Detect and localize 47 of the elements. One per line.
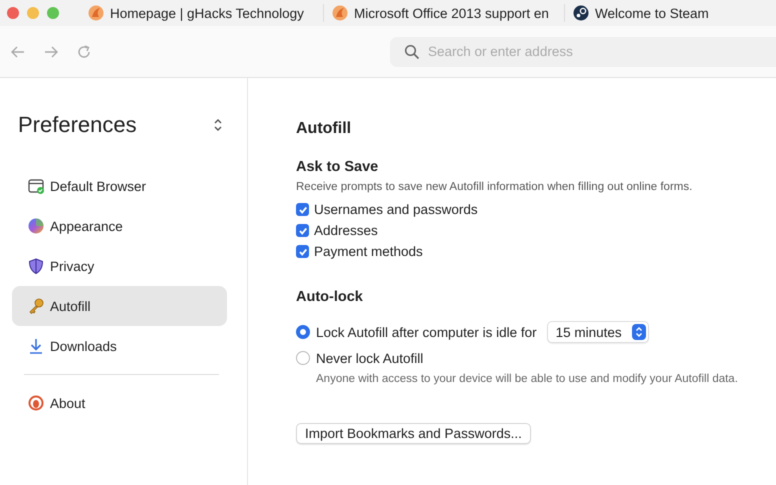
color-wheel-icon <box>28 218 44 234</box>
key-icon <box>28 298 44 314</box>
search-icon <box>404 44 420 60</box>
tab-title: Welcome to Steam <box>595 6 709 20</box>
radio-label: Never lock Autofill <box>316 350 424 366</box>
shield-icon <box>28 258 44 274</box>
checkbox[interactable] <box>296 245 309 258</box>
radio-label: Lock Autofill after computer is idle for <box>316 324 537 340</box>
up-down-chevron-icon <box>632 324 646 340</box>
tab-title: Microsoft Office 2013 support en <box>354 6 549 20</box>
download-icon <box>28 338 44 354</box>
checkbox[interactable] <box>296 224 309 237</box>
address-bar[interactable]: Search or enter address <box>390 36 776 66</box>
browser-window-icon <box>28 178 44 194</box>
sidebar-item[interactable]: Default Browser <box>12 166 227 206</box>
checkbox-label: Usernames and passwords <box>314 202 478 217</box>
window-control-button[interactable] <box>47 7 59 19</box>
sidebar-item[interactable]: Downloads <box>12 326 227 366</box>
duration-dropdown[interactable]: 15 minutes <box>546 321 649 343</box>
checkbox-label: Payment methods <box>314 244 423 259</box>
sidebar-item[interactable]: About <box>12 383 227 423</box>
note-text: Anyone with access to your device will be able to use and modify your Autofill data. <box>315 373 739 385</box>
section-heading: Auto-lock <box>296 289 364 305</box>
checkbox[interactable] <box>296 203 309 216</box>
description-text: Receive prompts to save new Autofill information when filling out online forms. <box>296 181 694 193</box>
section-heading: Ask to Save <box>296 159 380 175</box>
radio-button[interactable] <box>296 325 310 339</box>
back-arrow-icon[interactable] <box>10 44 26 60</box>
sidebar-item[interactable]: Appearance <box>12 206 227 246</box>
steam-icon <box>573 5 589 21</box>
tab-title: Homepage | gHacks Technology <box>110 6 304 20</box>
checkbox-label: Addresses <box>314 223 378 238</box>
window-control-button[interactable] <box>7 7 19 19</box>
browser-tab[interactable]: Microsoft Office 2013 support en <box>324 4 565 22</box>
duck-logo-icon <box>28 395 44 411</box>
browser-tab[interactable]: Welcome to Steam <box>565 4 717 22</box>
radio-button[interactable] <box>296 351 310 365</box>
sidebar-item[interactable]: Privacy <box>12 246 227 286</box>
forward-arrow-icon[interactable] <box>43 44 59 60</box>
sidebar-item[interactable]: Autofill <box>12 286 227 326</box>
sidebar-title: Preferences <box>18 112 137 138</box>
browser-tab[interactable]: Homepage | gHacks Technology <box>80 4 324 22</box>
reload-icon[interactable] <box>76 44 92 60</box>
page-title: Autofill <box>296 120 352 138</box>
up-down-chevron-icon[interactable] <box>213 118 223 132</box>
window-control-button[interactable] <box>27 7 39 19</box>
import-button[interactable]: Import Bookmarks and Passwords... <box>296 423 531 444</box>
